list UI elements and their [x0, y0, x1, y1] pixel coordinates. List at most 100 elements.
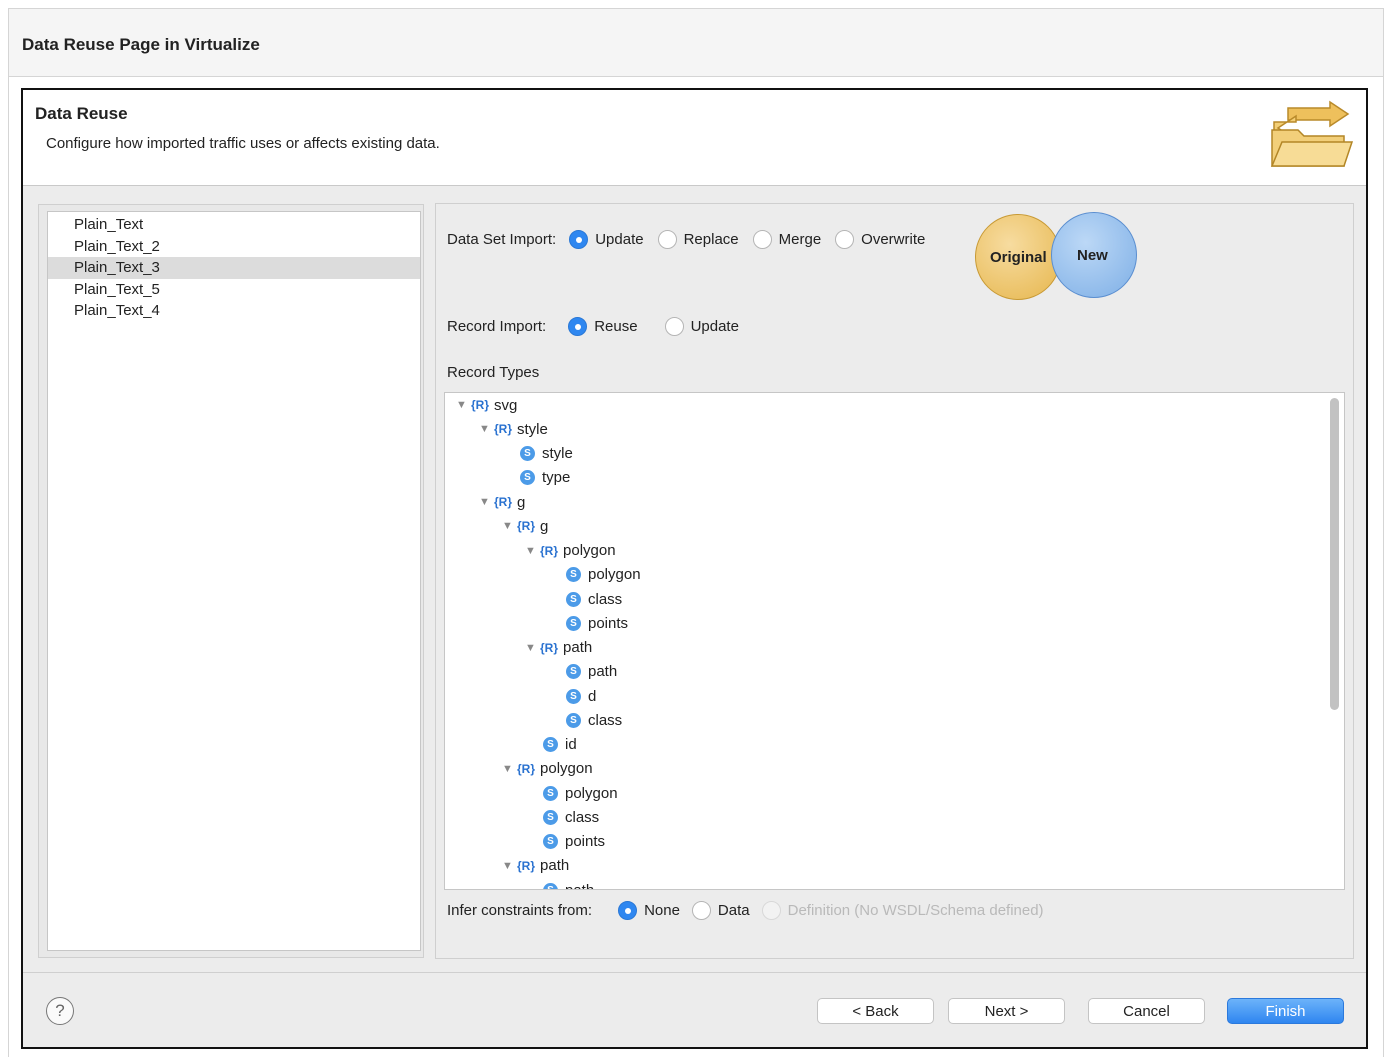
- cancel-button[interactable]: Cancel: [1088, 998, 1205, 1024]
- tree-node[interactable]: Stype: [520, 466, 570, 490]
- radio-button-icon: [752, 230, 772, 249]
- data-set-import-label: Data Set Import:: [447, 231, 557, 248]
- tree-node-label: path: [540, 857, 570, 875]
- list-item[interactable]: Plain_Text_5: [48, 279, 420, 301]
- tree-node[interactable]: Spolygon: [543, 781, 618, 805]
- list-item[interactable]: Plain_Text_4: [48, 300, 420, 322]
- record-types-label: Record Types: [447, 364, 540, 381]
- expand-triangle-icon[interactable]: ▼: [525, 545, 537, 557]
- tree-node[interactable]: Spath: [543, 878, 595, 890]
- infer-constraints-none-radio[interactable]: None: [618, 901, 680, 920]
- record-import-label: Record Import:: [447, 318, 547, 335]
- record-type-icon: {R}: [517, 519, 536, 534]
- help-icon[interactable]: ?: [46, 997, 74, 1025]
- tree-node-label: d: [588, 687, 597, 705]
- string-field-icon: S: [543, 809, 558, 825]
- record-types-tree[interactable]: ▼ {R} svg ▼ {R} style Sstyle Stype ▼ {R} g ▼ {R} g ▼ {R…: [444, 392, 1345, 890]
- string-field-icon: S: [566, 591, 581, 607]
- tree-node-label: g: [540, 517, 549, 535]
- expand-triangle-icon[interactable]: ▼: [456, 399, 468, 411]
- tree-node[interactable]: Sclass: [566, 708, 622, 732]
- data-set-import-update-radio[interactable]: Update: [569, 230, 644, 249]
- tree-node-label: polygon: [563, 542, 616, 559]
- tree-node[interactable]: ▼ {R} path: [525, 636, 592, 660]
- tree-node-label: path: [565, 881, 595, 890]
- radio-button-icon: [568, 317, 588, 336]
- tree-node[interactable]: ▼ {R} g: [479, 490, 525, 514]
- expand-triangle-icon[interactable]: ▼: [479, 423, 491, 435]
- page-title: Data Reuse Page in Virtualize: [22, 35, 260, 54]
- infer-constraints-option-label: None: [644, 902, 680, 919]
- tree-node[interactable]: ▼ {R} path: [502, 854, 569, 878]
- next-button[interactable]: Next >: [948, 998, 1065, 1024]
- record-type-icon: {R}: [471, 398, 490, 412]
- data-set-import-row: Data Set Import: Update Replace Merge Overw…: [447, 230, 939, 249]
- tree-node-label: id: [565, 736, 577, 753]
- tree-node-label: class: [588, 590, 623, 608]
- data-source-list[interactable]: Plain_Text Plain_Text_2 Plain_Text_3 Plain_…: [47, 211, 421, 951]
- tree-node-label: style: [517, 420, 548, 438]
- tree-node-label: style: [542, 445, 573, 462]
- expand-triangle-icon[interactable]: ▼: [502, 860, 514, 872]
- tree-node-label: polygon: [588, 566, 641, 584]
- expand-triangle-icon[interactable]: ▼: [479, 496, 491, 508]
- data-set-import-overwrite-radio[interactable]: Overwrite: [835, 230, 925, 249]
- string-field-icon: S: [566, 664, 581, 680]
- finish-button[interactable]: Finish: [1227, 998, 1344, 1024]
- options-panel: Data Set Import: Update Replace Merge Overw…: [435, 203, 1354, 959]
- dialog-title: Data Reuse: [35, 104, 128, 123]
- dialog-banner: Data Reuse Configure how imported traffi…: [23, 90, 1366, 186]
- tree-node[interactable]: ▼ {R} polygon: [525, 539, 616, 563]
- tree-node[interactable]: ▼ {R} svg: [456, 393, 517, 417]
- data-set-import-option-label: Merge: [778, 231, 822, 248]
- record-type-icon: {R}: [517, 761, 536, 776]
- tree-node-label: points: [565, 833, 606, 850]
- back-button[interactable]: < Back: [817, 998, 934, 1024]
- expand-triangle-icon[interactable]: ▼: [502, 520, 514, 532]
- data-set-import-merge-radio[interactable]: Merge: [752, 230, 822, 249]
- tree-node-label: path: [588, 663, 618, 681]
- infer-constraints-label: Infer constraints from:: [447, 902, 593, 919]
- tree-node-label: points: [588, 614, 629, 632]
- tree-node[interactable]: Spoints: [566, 611, 628, 635]
- tree-node[interactable]: ▼ {R} polygon: [502, 757, 593, 781]
- record-import-reuse-radio[interactable]: Reuse: [568, 317, 638, 336]
- tree-scrollbar[interactable]: [1330, 398, 1339, 710]
- radio-button-icon: [761, 901, 781, 920]
- tree-node[interactable]: Spath: [566, 660, 617, 684]
- record-type-icon: {R}: [517, 858, 536, 873]
- expand-triangle-icon[interactable]: ▼: [502, 763, 514, 775]
- radio-button-icon: [618, 901, 638, 920]
- tree-node[interactable]: Sclass: [566, 587, 622, 611]
- infer-constraints-data-radio[interactable]: Data: [691, 901, 750, 920]
- tree-node[interactable]: Spolygon: [566, 563, 641, 587]
- tree-node-label: class: [588, 711, 623, 729]
- radio-button-icon: [835, 230, 855, 249]
- data-set-import-option-label: Replace: [683, 231, 739, 248]
- string-field-icon: S: [520, 470, 535, 486]
- list-item[interactable]: Plain_Text_3: [48, 257, 420, 279]
- new-circle: New: [1051, 212, 1137, 298]
- record-type-icon: {R}: [494, 495, 513, 509]
- folder-exchange-icon: [1270, 100, 1354, 167]
- string-field-icon: S: [566, 615, 581, 631]
- tree-node[interactable]: Sclass: [543, 805, 599, 829]
- tree-node[interactable]: Sid: [543, 733, 577, 757]
- infer-constraints-option-label: Data: [717, 902, 750, 919]
- tree-node-label: g: [517, 493, 526, 511]
- tree-node[interactable]: Sstyle: [520, 442, 573, 466]
- tree-node-label: polygon: [565, 784, 618, 802]
- list-item[interactable]: Plain_Text: [48, 214, 420, 236]
- tree-node[interactable]: ▼ {R} g: [502, 514, 548, 538]
- tree-node[interactable]: Sd: [566, 684, 596, 708]
- data-set-import-replace-radio[interactable]: Replace: [657, 230, 739, 249]
- tree-node-label: type: [542, 469, 571, 487]
- tree-node[interactable]: Spoints: [543, 830, 605, 854]
- original-new-venn: Original New: [975, 212, 1140, 302]
- expand-triangle-icon[interactable]: ▼: [525, 642, 537, 654]
- record-import-update-radio[interactable]: Update: [664, 317, 739, 336]
- data-reuse-dialog: Data Reuse Configure how imported traffi…: [21, 88, 1368, 1049]
- list-item[interactable]: Plain_Text_2: [48, 236, 420, 258]
- data-set-import-option-label: Update: [595, 231, 644, 248]
- tree-node[interactable]: ▼ {R} style: [479, 417, 548, 441]
